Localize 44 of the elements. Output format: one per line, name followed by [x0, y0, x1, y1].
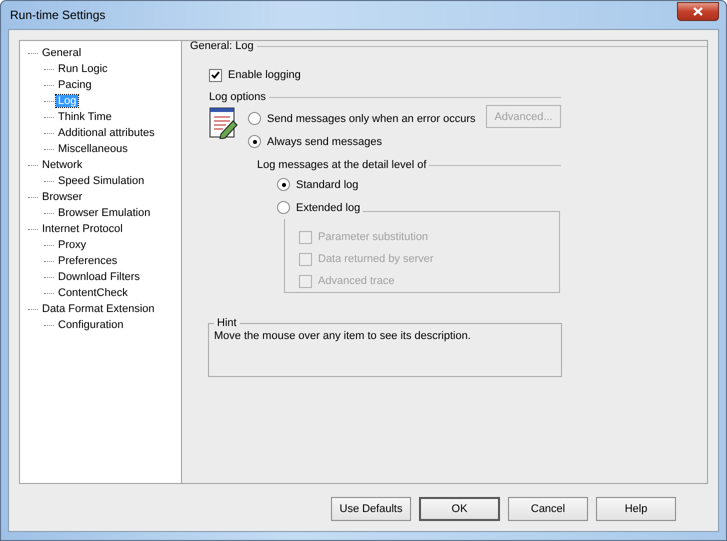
- tree-item[interactable]: Network: [40, 159, 84, 171]
- radio-label: Send messages only when an error occurs: [267, 112, 476, 124]
- checkbox[interactable]: [209, 68, 222, 82]
- radio-label: Extended log: [296, 202, 360, 214]
- tree-item[interactable]: Think Time: [56, 111, 114, 123]
- dialog-button[interactable]: Use Defaults: [331, 497, 411, 521]
- tree-item[interactable]: Run Logic: [56, 63, 110, 75]
- group-title: Log options: [209, 91, 266, 103]
- checkbox-label: Parameter substitution: [318, 231, 428, 243]
- dialog-button[interactable]: OK: [419, 497, 500, 521]
- group-title: Log messages at the detail level of: [257, 159, 426, 171]
- dialog-button[interactable]: Cancel: [508, 497, 588, 521]
- radio-button[interactable]: [277, 178, 290, 191]
- tree-item[interactable]: Additional attributes: [56, 127, 157, 139]
- tree-item[interactable]: Download Filters: [56, 271, 142, 283]
- tree-item[interactable]: Data Format Extension: [40, 303, 156, 315]
- panel-title: General: Log: [190, 40, 254, 52]
- tree-item[interactable]: ContentCheck: [56, 287, 130, 299]
- radio-button[interactable]: [248, 112, 261, 125]
- dialog-button[interactable]: Help: [596, 497, 676, 521]
- window-title: Run-time Settings: [10, 8, 106, 22]
- tree-item[interactable]: Browser: [40, 191, 84, 203]
- tree-item[interactable]: Miscellaneous: [56, 143, 130, 155]
- tree-item[interactable]: Internet Protocol: [40, 223, 125, 235]
- close-button[interactable]: [677, 2, 719, 20]
- checkbox-label: Advanced trace: [318, 275, 394, 287]
- tree-item[interactable]: Browser Emulation: [56, 207, 152, 219]
- radio-button[interactable]: [248, 135, 261, 148]
- tree-item[interactable]: Configuration: [56, 319, 126, 331]
- checkmark-icon: [211, 71, 220, 79]
- close-icon: [693, 6, 703, 16]
- tree-item[interactable]: Speed Simulation: [56, 175, 146, 187]
- notepad-pen-icon: [209, 107, 239, 139]
- tree-item[interactable]: General: [40, 47, 84, 59]
- tree-item[interactable]: Pacing: [56, 79, 94, 91]
- hint-title: Hint: [216, 317, 238, 329]
- radio-label: Standard log: [296, 178, 358, 190]
- checkbox-label: Data returned by server: [318, 253, 434, 265]
- hint-text: Move the mouse over any item to see its description.: [214, 330, 472, 342]
- tree-item[interactable]: Preferences: [56, 255, 120, 267]
- radio-label: Always send messages: [267, 136, 382, 148]
- radio-button[interactable]: [277, 201, 290, 214]
- checkbox-label: Enable logging: [228, 69, 301, 81]
- tree-item[interactable]: Proxy: [56, 239, 88, 251]
